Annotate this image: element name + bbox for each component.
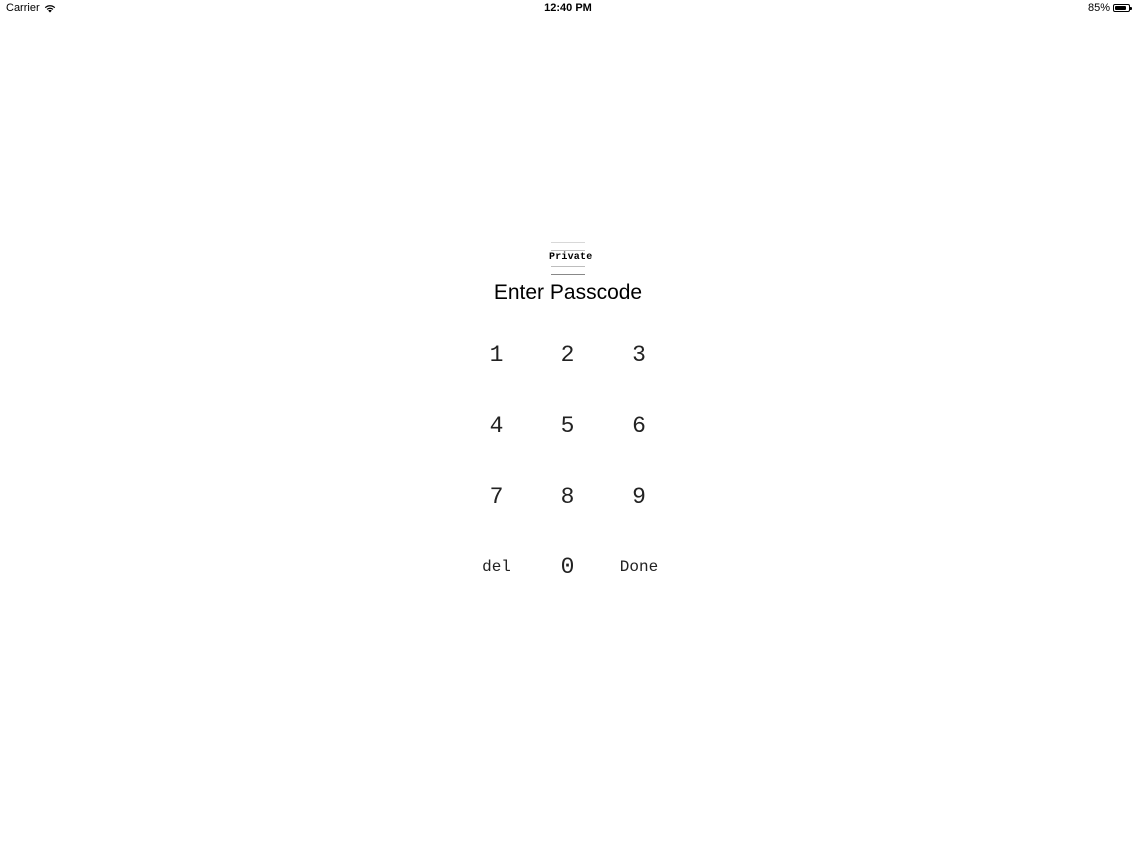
key-8[interactable]: 8 xyxy=(532,461,603,532)
key-1[interactable]: 1 xyxy=(461,320,532,390)
battery-icon xyxy=(1113,4,1132,12)
key-4[interactable]: 4 xyxy=(461,390,532,461)
key-2[interactable]: 2 xyxy=(532,320,603,390)
battery-tip xyxy=(1130,7,1132,10)
battery-indicator: 85% xyxy=(1087,2,1132,14)
logo-line xyxy=(551,250,585,251)
logo-line xyxy=(551,242,585,243)
status-bar: Carrier 12:40 PM 85% xyxy=(0,0,1136,18)
key-3[interactable]: 3 xyxy=(603,320,675,390)
battery-fill xyxy=(1115,6,1127,10)
logo-line xyxy=(551,266,585,267)
key-0[interactable]: 0 xyxy=(532,532,603,602)
logo-text: Private xyxy=(549,252,593,263)
delete-button[interactable]: del xyxy=(461,532,532,602)
key-6[interactable]: 6 xyxy=(603,390,675,461)
status-time: 12:40 PM xyxy=(544,2,592,14)
page-title: Enter Passcode xyxy=(493,281,643,304)
key-9[interactable]: 9 xyxy=(603,461,675,532)
key-5[interactable]: 5 xyxy=(532,390,603,461)
logo-line xyxy=(551,274,585,275)
private-logo: Private xyxy=(549,240,593,278)
key-7[interactable]: 7 xyxy=(461,461,532,532)
battery-percent: 85% xyxy=(1087,2,1110,14)
passcode-keypad: 1 2 3 4 5 6 7 8 9 del 0 Done xyxy=(461,320,675,602)
done-button[interactable]: Done xyxy=(603,532,675,602)
